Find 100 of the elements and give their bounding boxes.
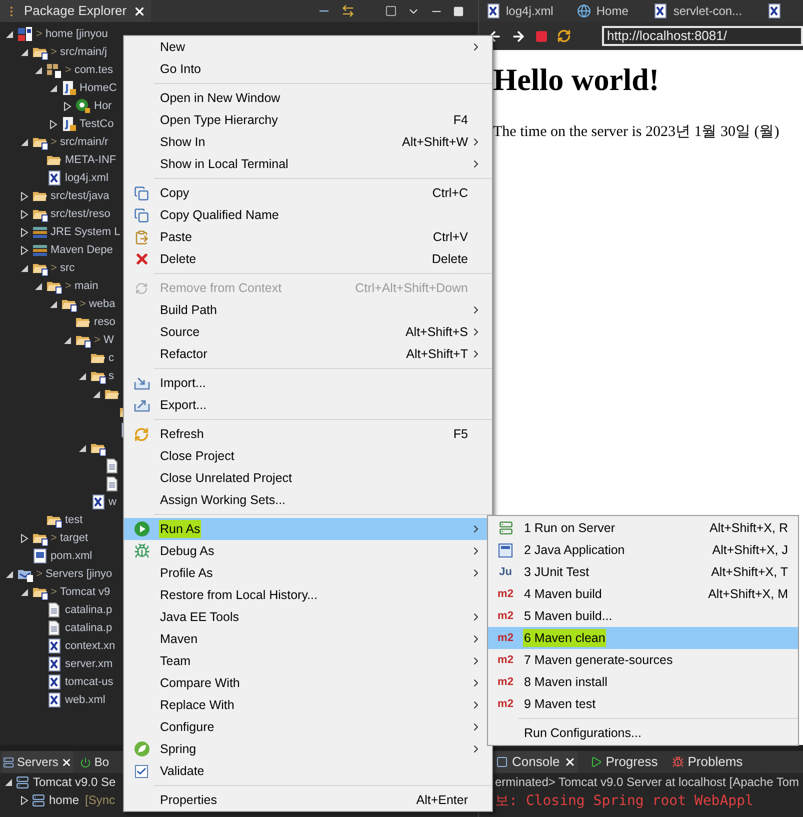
tree-item-label[interactable]: log4j.xml <box>65 170 108 186</box>
view-tab[interactable]: Bo <box>79 751 110 773</box>
menu-item[interactable]: Validate <box>124 760 492 782</box>
tree-item-label[interactable]: Tomcat v9 <box>60 584 110 600</box>
menu-item[interactable]: Build Path <box>124 299 492 321</box>
expanded-arrow-icon[interactable] <box>48 84 58 92</box>
tree-item-label[interactable]: W <box>103 332 114 348</box>
menu-item[interactable]: Source Alt+Shift+S <box>124 321 492 343</box>
menu-item[interactable]: m2 5 Maven build... <box>488 605 798 627</box>
collapsed-arrow-icon[interactable] <box>20 796 29 804</box>
tree-item-label[interactable]: HomeC <box>80 80 117 96</box>
close-icon[interactable] <box>132 4 146 18</box>
tree-item-label[interactable]: main <box>74 278 98 294</box>
menu-item[interactable]: Import... <box>124 372 492 394</box>
tree-item-label[interactable]: home <box>49 791 80 809</box>
link-icon[interactable] <box>341 4 355 18</box>
refresh-icon[interactable] <box>557 29 571 43</box>
expanded-arrow-icon[interactable] <box>92 390 101 398</box>
tree-item-label[interactable]: catalina.p <box>65 620 112 636</box>
tree-item-label[interactable]: src/test/reso <box>50 206 110 222</box>
tree-item-label[interactable]: weba <box>88 296 116 312</box>
stop-icon[interactable] <box>535 30 548 42</box>
expanded-arrow-icon[interactable] <box>78 372 86 380</box>
menu-item[interactable]: m2 8 Maven install <box>488 671 798 693</box>
tree-item-label[interactable]: c <box>108 350 114 366</box>
validate-checkbox[interactable] <box>135 764 148 778</box>
tree-item-label[interactable]: tomcat-us <box>65 674 114 690</box>
url-field[interactable]: http://localhost:8081/ <box>602 26 803 46</box>
tree-item-label[interactable]: Hor <box>94 98 112 114</box>
menu-item[interactable]: Show In Alt+Shift+W <box>124 131 492 153</box>
tree-item-label[interactable]: Servers [jinyo <box>45 566 112 582</box>
editor-tab[interactable]: Home <box>577 2 628 20</box>
close-icon[interactable] <box>61 756 72 768</box>
collapsed-arrow-icon[interactable] <box>48 120 58 128</box>
maximize-icon[interactable] <box>453 6 464 16</box>
collapsed-arrow-icon[interactable] <box>20 228 28 236</box>
menu-item[interactable]: Go Into <box>124 58 492 80</box>
view-tab[interactable]: Progress <box>588 751 660 773</box>
menu-item[interactable]: Export... <box>124 394 492 416</box>
tree-item-label[interactable]: src/main/j <box>60 44 107 60</box>
expanded-arrow-icon[interactable] <box>20 264 28 272</box>
tree-item-label[interactable]: target <box>60 530 88 546</box>
expanded-arrow-icon[interactable] <box>63 336 72 344</box>
tree-item-label[interactable]: server.xm <box>65 656 113 672</box>
menu-item[interactable]: Delete Delete <box>124 248 492 270</box>
tree-item-label[interactable]: Tomcat v9.0 Se <box>33 773 116 791</box>
menu-item[interactable]: New <box>124 36 492 58</box>
menu-item[interactable]: Show in Local Terminal <box>124 153 492 175</box>
collapsed-arrow-icon[interactable] <box>63 102 72 110</box>
menu-item[interactable]: m2 7 Maven generate-sources <box>488 649 798 671</box>
tree-item-label[interactable]: w <box>108 494 116 510</box>
menu-item[interactable]: m2 9 Maven test <box>488 693 798 715</box>
tree-item-label[interactable]: Maven Depe <box>50 242 113 258</box>
forward-icon[interactable] <box>511 28 526 44</box>
tree-item-label[interactable]: s <box>108 368 114 384</box>
menu-item[interactable]: Close Unrelated Project <box>124 467 492 489</box>
expanded-arrow-icon[interactable] <box>34 282 43 290</box>
expanded-arrow-icon[interactable] <box>20 138 28 146</box>
collapsed-arrow-icon[interactable] <box>20 246 28 254</box>
expanded-arrow-icon[interactable] <box>5 570 14 578</box>
menu-item[interactable]: m2 6 Maven clean <box>488 627 798 649</box>
menu-item[interactable]: Paste Ctrl+V <box>124 226 492 248</box>
menu-item[interactable]: Properties Alt+Enter <box>124 789 492 811</box>
tree-item-label[interactable]: TestCo <box>80 116 114 132</box>
tree-item-label[interactable]: pom.xml <box>50 548 92 564</box>
menu-item[interactable]: m2 4 Maven build Alt+Shift+X, M <box>488 583 798 605</box>
view-tab[interactable]: Console <box>494 751 578 773</box>
expanded-arrow-icon[interactable] <box>4 778 13 786</box>
menu-item[interactable]: Copy Qualified Name <box>124 204 492 226</box>
editor-tab[interactable]: servlet-con... <box>652 2 742 20</box>
menu-item[interactable]: Open Type Hierarchy F4 <box>124 109 492 131</box>
tree-item-label[interactable]: home [jinyou <box>45 26 108 42</box>
tree-item-label[interactable]: web.xml <box>65 692 106 708</box>
tree-item-label[interactable]: catalina.p <box>65 602 112 618</box>
tree-item-label[interactable]: JRE System L <box>50 224 120 240</box>
menu-item[interactable]: Ju 3 JUnit Test Alt+Shift+X, T <box>488 561 798 583</box>
tree-item-label[interactable]: com.tes <box>74 62 113 78</box>
menu-item[interactable]: Assign Working Sets... <box>124 489 492 511</box>
menu-item[interactable]: Open in New Window <box>124 87 492 109</box>
menu-item[interactable]: Refactor Alt+Shift+T <box>124 343 492 365</box>
tree-item-label[interactable]: src/main/r <box>60 134 108 150</box>
tree-item-label[interactable]: src <box>60 260 75 276</box>
view-tab[interactable]: Package Explorer <box>0 0 151 22</box>
expanded-arrow-icon[interactable] <box>48 300 58 308</box>
menu-item[interactable]: 2 Java Application Alt+Shift+X, J <box>488 539 798 561</box>
collapsed-arrow-icon[interactable] <box>20 192 28 200</box>
collapsed-arrow-icon[interactable] <box>20 210 28 218</box>
editor-tab[interactable]: log4j.xml <box>485 2 554 20</box>
close-icon[interactable] <box>564 756 576 768</box>
collapsed-arrow-icon[interactable] <box>20 534 28 542</box>
expanded-arrow-icon[interactable] <box>20 588 28 596</box>
menu-item[interactable]: Close Project <box>124 445 492 467</box>
menu-item[interactable]: Refresh F5 <box>124 423 492 445</box>
expanded-arrow-icon[interactable] <box>34 66 43 74</box>
view-tab[interactable]: Servers <box>2 751 74 773</box>
editor-tab[interactable] <box>766 3 782 19</box>
expanded-arrow-icon[interactable] <box>5 30 14 38</box>
expanded-arrow-icon[interactable] <box>78 444 86 452</box>
tree-item-label[interactable]: context.xn <box>65 638 116 654</box>
expanded-arrow-icon[interactable] <box>20 48 28 56</box>
